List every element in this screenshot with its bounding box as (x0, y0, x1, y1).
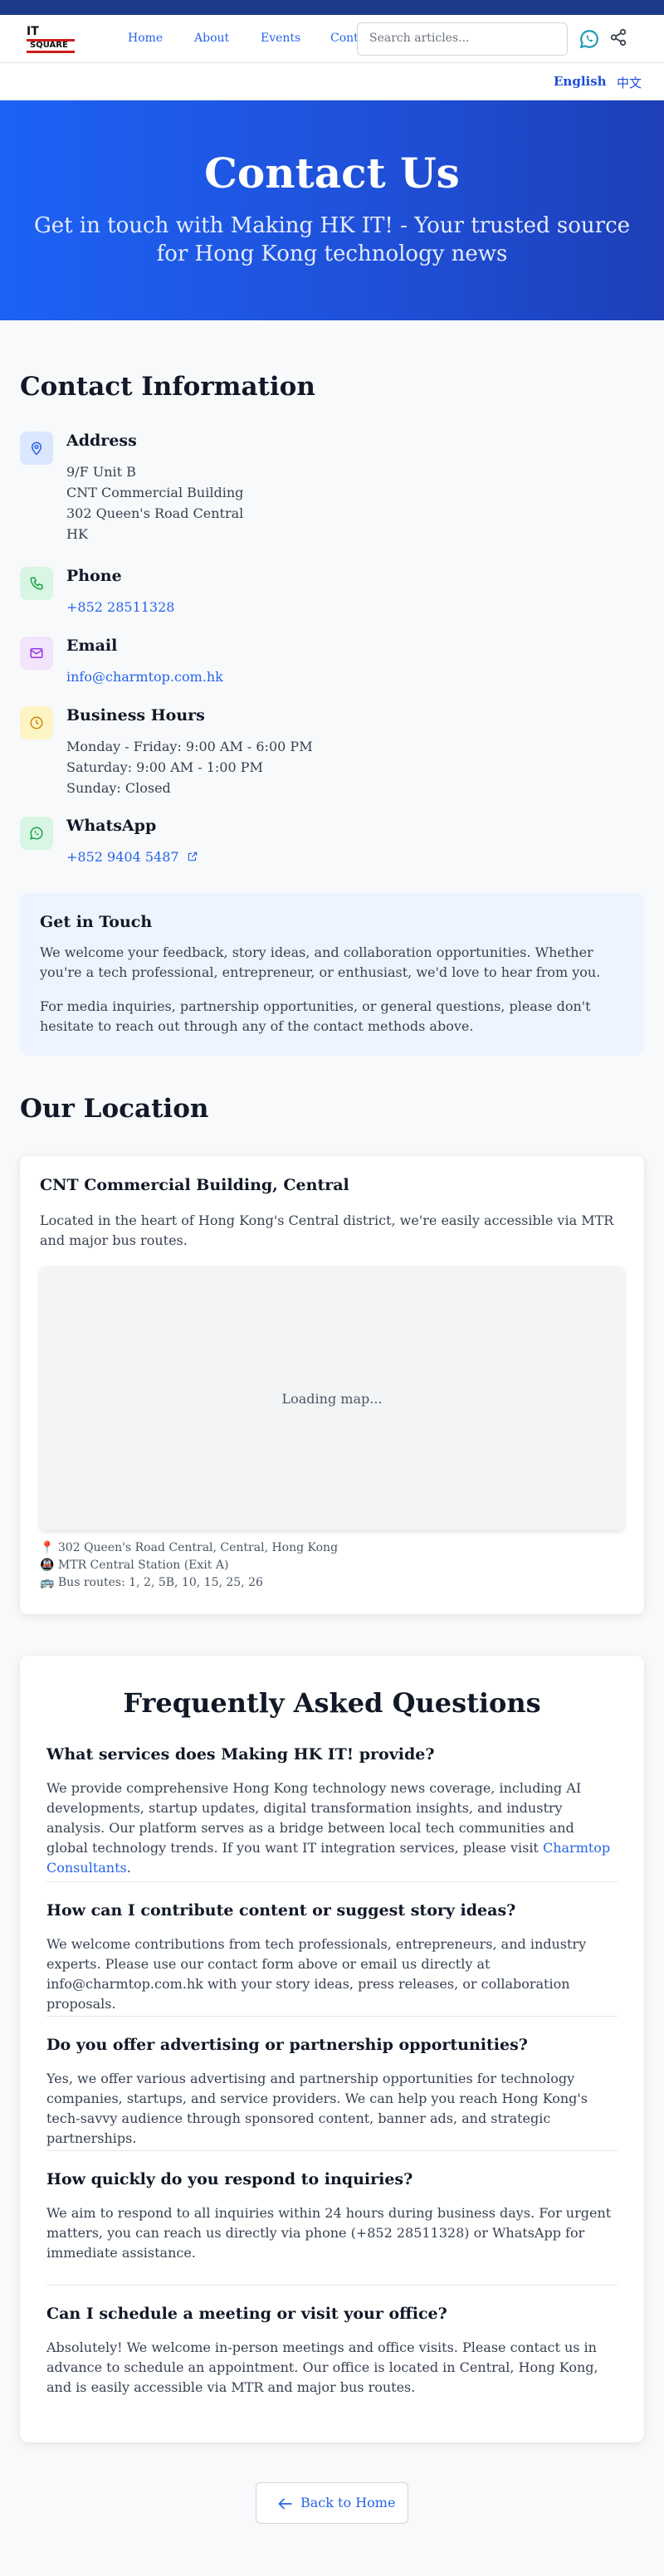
address-text: 9/F Unit B CNT Commercial Building 302 Q… (66, 461, 243, 544)
hours-text: Monday - Friday: 9:00 AM - 6:00 PM Satur… (66, 736, 313, 798)
site-logo[interactable]: IT SQUARE (27, 25, 76, 53)
address-line: 9/F Unit B (66, 464, 136, 480)
get-in-touch-title: Get in Touch (40, 913, 153, 931)
hours-line: Sunday: Closed (66, 780, 171, 796)
faq-question: Do you offer advertising or partnership … (46, 2036, 528, 2054)
address-line: 302 Queen's Road Central (66, 505, 244, 521)
location-detail: 📍 302 Queen's Road Central, Central, Hon… (40, 1541, 338, 1554)
nav-about[interactable]: About (194, 32, 229, 45)
get-in-touch-p2: For media inquiries, partnership opportu… (40, 998, 591, 1034)
get-in-touch-box: Get in Touch We welcome your feedback, s… (20, 893, 644, 1056)
email-title: Email (66, 637, 118, 655)
whatsapp-title: WhatsApp (66, 817, 157, 835)
map-embed[interactable]: Loading map... (40, 1266, 624, 1530)
language-bar: English 中文 (0, 64, 664, 100)
hero-subtitle: Get in touch with Making HK IT! - Your t… (33, 213, 631, 266)
logo-text-square: SQUARE (30, 41, 68, 50)
logo-text-it: IT (27, 25, 39, 38)
faq-question: How quickly do you respond to inquiries? (46, 2170, 413, 2188)
address-line: HK (66, 526, 88, 542)
contact-info-heading: Contact Information (20, 372, 315, 402)
faq-divider (46, 1881, 618, 1882)
hours-line: Saturday: 9:00 AM - 1:00 PM (66, 759, 263, 775)
phone-link[interactable]: +852 28511328 (66, 597, 174, 617)
location-detail: 🚇 MTR Central Station (Exit A) (40, 1559, 228, 1572)
email-link[interactable]: info@charmtop.com.hk (66, 666, 223, 687)
faq-answer: Yes, we offer various advertising and pa… (46, 2071, 588, 2146)
whatsapp-icon (20, 817, 53, 850)
lang-chinese[interactable]: 中文 (617, 74, 642, 91)
faq-question: How can I contribute content or suggest … (46, 1901, 516, 1920)
faq-answer: Absolutely! We welcome in-person meeting… (46, 2339, 598, 2395)
faq-divider (46, 2285, 618, 2286)
faq-question: What services does Making HK IT! provide… (46, 1745, 435, 1764)
contact-phone: Phone +852 28511328 (20, 567, 644, 625)
location-detail-text: MTR Central Station (Exit A) (57, 1559, 229, 1572)
faq-divider (46, 2150, 618, 2151)
faq-card: Frequently Asked Questions What services… (20, 1656, 644, 2442)
whatsapp-number[interactable]: +852 9404 5487 (66, 849, 179, 865)
external-link-icon (188, 851, 197, 861)
share-icon[interactable] (609, 28, 631, 50)
back-to-home-button[interactable]: Back to Home (256, 2482, 408, 2524)
address-title: Address (66, 432, 137, 450)
search-input[interactable] (369, 32, 555, 45)
faq-heading: Frequently Asked Questions (123, 1687, 541, 1719)
back-to-home-label: Back to Home (300, 2495, 396, 2510)
address-line: CNT Commercial Building (66, 485, 244, 500)
clock-icon (20, 706, 53, 739)
mail-icon (20, 637, 53, 670)
navbar: IT SQUARE Home About Events Cont (0, 15, 664, 63)
faq-answer-end: . (126, 1860, 131, 1876)
get-in-touch-p1: We welcome your feedback, story ideas, a… (40, 944, 601, 980)
metro-icon: 🚇 (40, 1559, 55, 1572)
map-loading-text: Loading map... (281, 1391, 383, 1407)
top-accent-bar (0, 0, 664, 15)
nav-contact[interactable]: Cont (330, 32, 359, 45)
lang-english[interactable]: English (554, 74, 607, 89)
location-detail: 🚌 Bus routes: 1, 2, 5B, 10, 15, 25, 26 (40, 1576, 263, 1589)
faq-answer: We aim to respond to all inquiries withi… (46, 2205, 612, 2261)
contact-address: Address 9/F Unit B CNT Commercial Buildi… (20, 432, 644, 548)
location-card-title: CNT Commercial Building, Central (40, 1176, 349, 1194)
faq-answer-text: We provide comprehensive Hong Kong techn… (46, 1780, 582, 1856)
map-pin-icon: 📍 (40, 1541, 55, 1554)
phone-title: Phone (66, 567, 122, 585)
contact-hours: Business Hours Monday - Friday: 9:00 AM … (20, 706, 644, 798)
search-box (357, 22, 568, 56)
arrow-left-icon (278, 2498, 292, 2510)
location-heading: Our Location (20, 1094, 209, 1124)
location-description: Located in the heart of Hong Kong's Cent… (40, 1212, 614, 1248)
whatsapp-icon[interactable] (579, 28, 600, 50)
hero-banner: Contact Us Get in touch with Making HK I… (0, 100, 664, 320)
location-detail-text: 302 Queen's Road Central, Central, Hong … (57, 1541, 339, 1554)
map-pin-icon (20, 432, 53, 465)
faq-answer: We welcome contributions from tech profe… (46, 1936, 587, 2012)
nav-events[interactable]: Events (261, 32, 300, 45)
location-card: CNT Commercial Building, Central Located… (20, 1156, 644, 1614)
contact-whatsapp: WhatsApp +852 9404 5487 (20, 817, 644, 875)
location-detail-text: Bus routes: 1, 2, 5B, 10, 15, 25, 26 (57, 1576, 263, 1589)
faq-answer: We provide comprehensive Hong Kong techn… (46, 1778, 619, 1878)
logo-bar-bottom (27, 51, 75, 53)
phone-icon (20, 567, 53, 600)
faq-question: Can I schedule a meeting or visit your o… (46, 2305, 447, 2323)
bus-icon: 🚌 (40, 1576, 55, 1589)
whatsapp-link[interactable]: +852 9404 5487 (66, 846, 198, 867)
hours-line: Monday - Friday: 9:00 AM - 6:00 PM (66, 739, 313, 754)
hours-title: Business Hours (66, 706, 205, 724)
faq-divider (46, 2016, 618, 2017)
nav-home[interactable]: Home (128, 32, 163, 45)
page-title: Contact Us (204, 149, 460, 198)
contact-email: Email info@charmtop.com.hk (20, 637, 644, 695)
